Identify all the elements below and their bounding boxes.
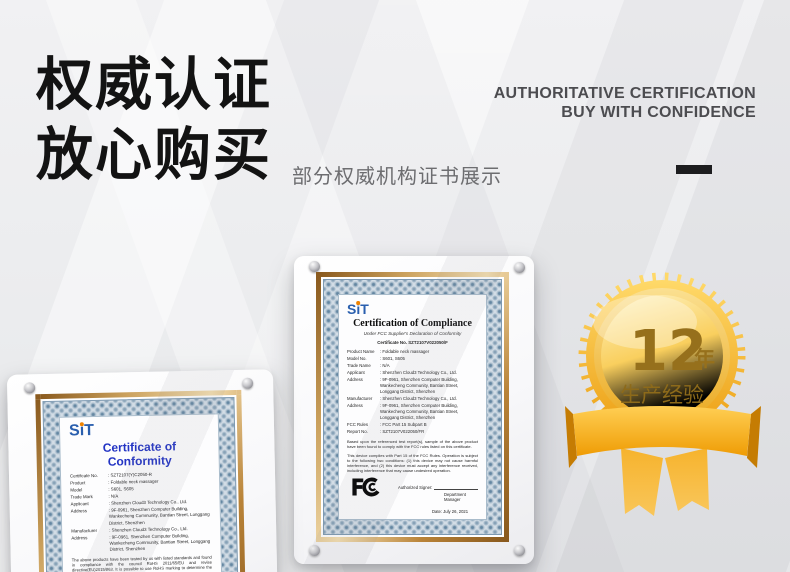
certificate-subtitle: Under FCC Supplier's Declaration of Conf… [347,331,478,336]
certificate-fields: Product NameFoldable neck massager Model… [347,349,478,436]
headline-en: AUTHORITATIVE CERTIFICATION BUY WITH CON… [494,84,756,122]
headline-cn-line2: 放心购买 [36,120,272,190]
dash-decoration [676,165,712,174]
fcc-logo-icon [351,476,384,498]
field-row: ManufacturerShenzhen Cloud3 Technology C… [347,396,478,402]
signature-underline [434,485,478,490]
badge-years-unit: 年 [694,347,715,371]
certificate-rohs-conformity: SiT Certificate of Conformity Certificat… [7,369,279,572]
certificate-title: Certification of Compliance [347,318,478,329]
fcc-signature-row: Authorized Signer: Department Manager Da… [347,476,478,514]
logo-letter-i: i [356,301,360,317]
certificate-paper: SiT Certificate of Conformity Certificat… [59,413,224,572]
headline-en-line2: BUY WITH CONFIDENCE [494,103,756,122]
guilloche-border: SiT Certification of Compliance Under FC… [323,279,502,535]
sit-logo: SiT [347,301,478,317]
gold-badge: 12 年 生产经验 [565,268,765,528]
screw-icon [309,545,320,556]
logo-letter: T [84,422,94,439]
sit-logo: SiT [69,420,209,441]
screw-icon [242,378,253,389]
certificate-fields: Certificate No.SZT2107(Y)C2050-R Product… [70,471,212,554]
certificate-number: Certificate No. SZT2107V022050/F [347,340,478,345]
headline-cn: 权威认证 放心购买 [36,50,272,190]
gold-frame: SiT Certification of Compliance Under FC… [316,272,509,542]
logo-letter: S [347,301,356,317]
field-row: Address9F-0961, Shenzhen Computer Buildi… [347,403,478,421]
certificate-paragraph: This device complies with Part 15 of the… [347,453,478,473]
section-caption: 部分权威机构证书展示 [292,160,502,189]
field-row: Trade NameN/A [347,363,478,369]
screw-icon [514,262,525,273]
issue-date: Date: July 26, 2021 [398,509,478,514]
headline-en-line1: AUTHORITATIVE CERTIFICATION [494,84,756,103]
certificate-title: Certificate of Conformity [69,439,210,470]
signer-line: Authorized Signer: [398,485,478,490]
certificate-paragraph: The above products have been tested by u… [72,555,212,572]
field-row: Model No.S601, S605 [347,356,478,362]
badge-label: 生产经验 [620,383,704,407]
certificate-fcc-compliance: SiT Certification of Compliance Under FC… [294,256,534,564]
screw-icon [309,261,320,272]
certificate-paper: SiT Certification of Compliance Under FC… [338,294,487,520]
guilloche-border: SiT Certificate of Conformity Certificat… [42,397,239,572]
field-row: ApplicantShenzhen Cloud3 Technology Co.,… [347,370,478,376]
signature-block: Authorized Signer: Department Manager Da… [384,476,478,514]
promo-banner: 权威认证 放心购买 AUTHORITATIVE CERTIFICATION BU… [0,0,790,572]
screw-icon [514,545,525,556]
field-row: Address9F-0961, Shenzhen Computer Buildi… [71,506,211,527]
gold-frame: SiT Certificate of Conformity Certificat… [35,390,246,572]
field-row: Address9F-0961, Shenzhen Computer Buildi… [71,532,211,553]
logo-letter: S [69,422,80,439]
field-row: Report No.SZT2107V022050/FR [347,429,478,435]
ribbon-banner [573,406,751,456]
screw-icon [24,382,35,393]
field-row: FCC RulesFCC Part 15 Subpart B [347,422,478,428]
headline-cn-line1: 权威认证 [36,50,272,120]
field-row: Address9F-0961, Shenzhen Computer Buildi… [347,377,478,395]
ribbon-tail-left [621,448,663,516]
logo-letter: T [360,301,369,317]
ribbon-tail-right [665,448,709,511]
field-row: Product NameFoldable neck massager [347,349,478,355]
certificate-paragraph: Based upon the referenced test report(s)… [347,439,478,449]
signer-title: Department Manager [398,492,478,502]
signer-label: Authorized Signer: [398,485,432,490]
logo-letter-i: i [80,422,85,439]
